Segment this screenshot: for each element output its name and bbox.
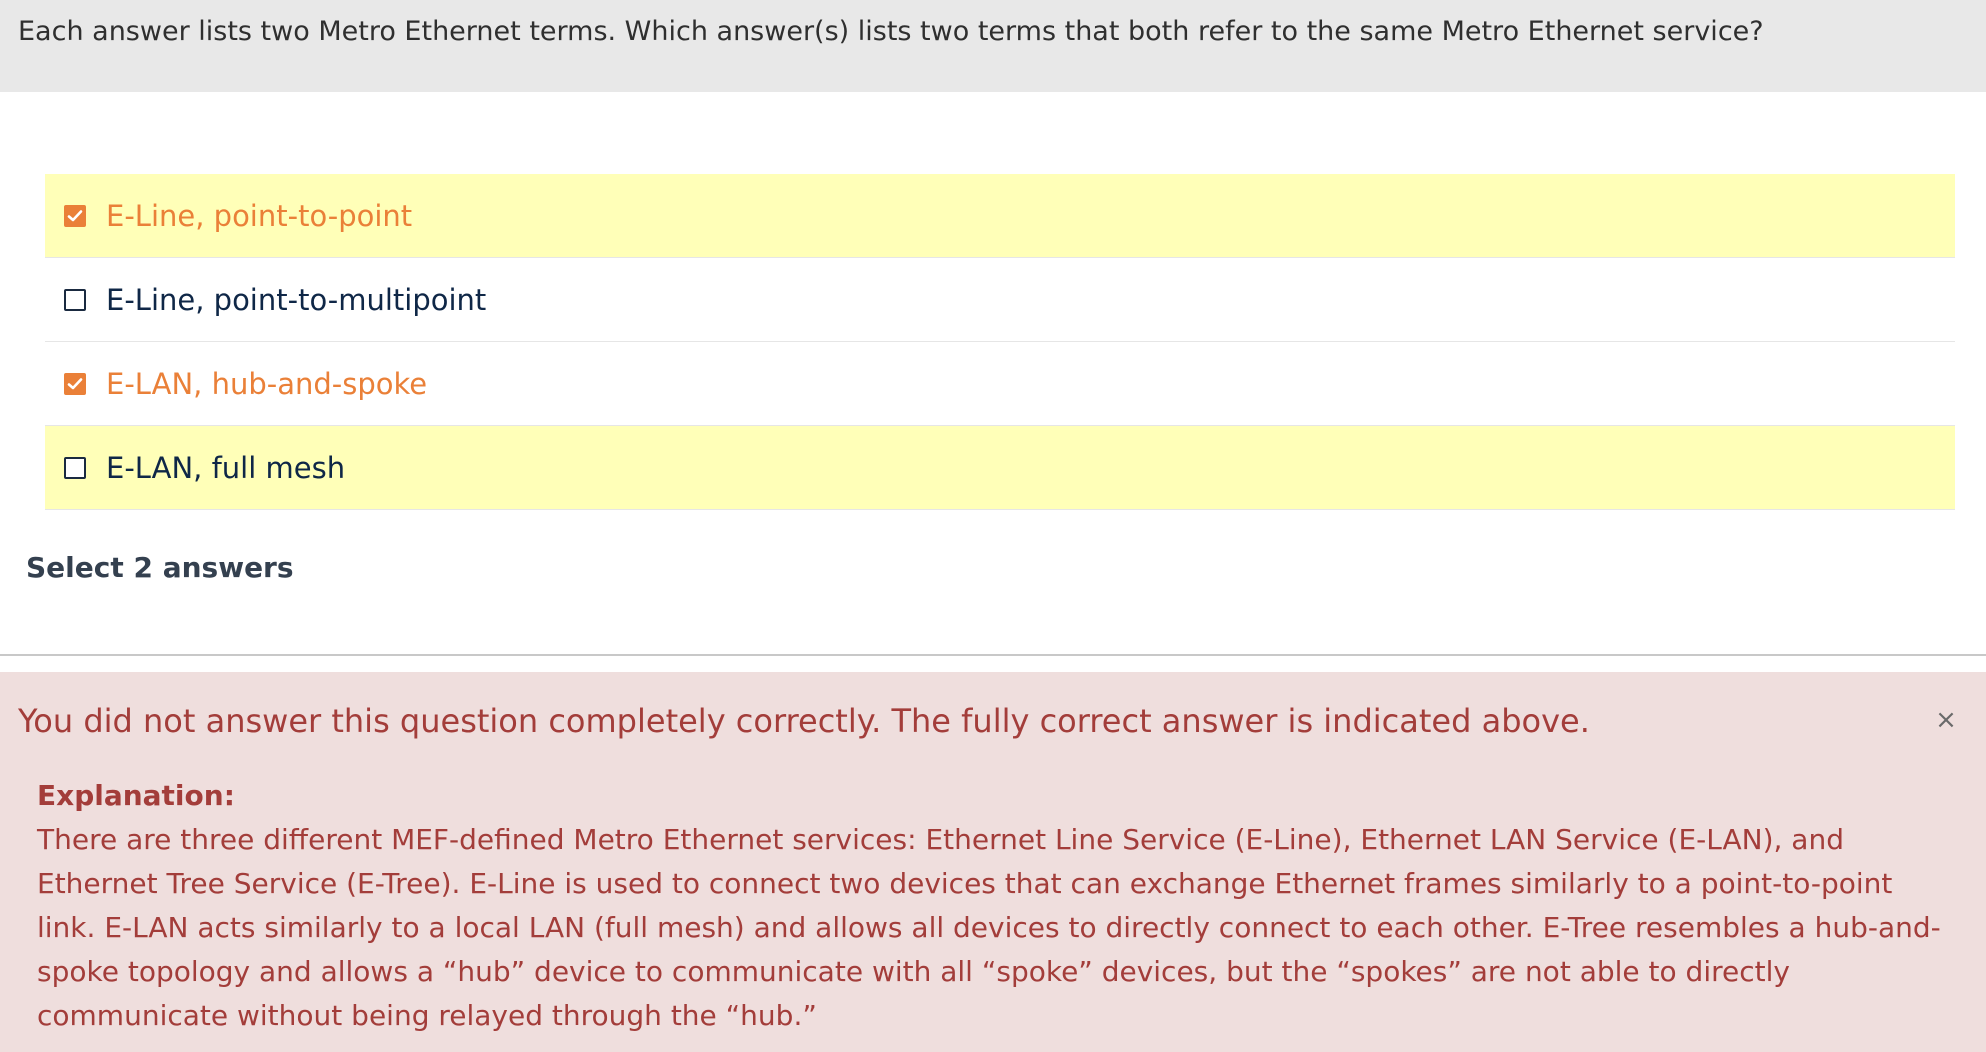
answer-option[interactable]: E-Line, point-to-multipoint <box>45 258 1955 342</box>
answer-option[interactable]: E-LAN, full mesh <box>45 426 1955 510</box>
checkbox-checked-icon[interactable] <box>64 372 86 395</box>
explanation-heading: Explanation: <box>37 779 235 812</box>
question-text: Each answer lists two Metro Ethernet ter… <box>18 16 1764 47</box>
answer-label: E-LAN, full mesh <box>106 450 346 485</box>
answer-label: E-Line, point-to-multipoint <box>106 282 487 317</box>
question-bar: Each answer lists two Metro Ethernet ter… <box>0 0 1986 92</box>
explanation: Explanation: There are three different M… <box>37 774 1957 1038</box>
divider <box>0 654 1986 656</box>
feedback-panel: You did not answer this question complet… <box>0 672 1986 1052</box>
checkbox-unchecked-icon[interactable] <box>64 288 86 311</box>
answer-option[interactable]: E-Line, point-to-point <box>45 174 1955 258</box>
answer-label: E-Line, point-to-point <box>106 198 413 233</box>
select-hint: Select 2 answers <box>26 551 294 584</box>
checkbox-unchecked-icon[interactable] <box>64 456 86 479</box>
answer-option[interactable]: E-LAN, hub-and-spoke <box>45 342 1955 426</box>
answer-list: E-Line, point-to-point E-Line, point-to-… <box>45 174 1955 510</box>
close-icon[interactable]: × <box>1934 705 1958 735</box>
checkbox-checked-icon[interactable] <box>64 204 86 227</box>
answer-label: E-LAN, hub-and-spoke <box>106 366 428 401</box>
explanation-text: There are three different MEF-defined Me… <box>37 823 1941 1032</box>
feedback-title: You did not answer this question complet… <box>18 702 1590 740</box>
